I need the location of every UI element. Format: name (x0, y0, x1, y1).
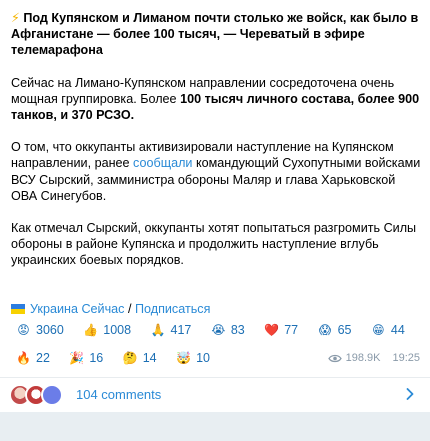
reaction-chip[interactable]: ❤️ 77 (259, 318, 307, 342)
red-heart-icon: ❤️ (264, 322, 280, 337)
ukraine-flag-icon (11, 304, 25, 314)
reaction-count: 83 (230, 323, 245, 337)
reaction-chip[interactable]: 😱 65 (312, 318, 360, 342)
headline-text: Под Купянском и Лиманом почти столько же… (11, 11, 419, 58)
telegram-post: ⚡ Под Купянском и Лиманом почти столько … (0, 0, 430, 441)
subscribe-link[interactable]: Подписаться (135, 302, 210, 316)
post-paragraph-4: Как отмечал Сырский, оккупанты хотят поп… (11, 221, 417, 268)
grinning-face-icon: 😁 (372, 322, 385, 337)
source-line: Украина Сейчас / Подписаться (11, 301, 210, 317)
reaction-chip[interactable]: 🔥 22 (11, 346, 58, 370)
thumbs-up-icon: 👍 (83, 322, 99, 337)
reaction-chip[interactable]: 🎉 16 (64, 346, 112, 370)
post-body: ⚡ Под Купянском и Лиманом почти столько … (11, 10, 423, 269)
post-meta: 198.9K 19:25 (327, 352, 420, 364)
reactions-row-1: 😡 3060 👍 1008 🙏 417 😭 83 ❤️ 77 😱 65 😁 44 (11, 318, 430, 342)
praying-hands-icon: 🙏 (150, 322, 166, 337)
reaction-count: 16 (89, 351, 104, 365)
reaction-chip[interactable]: 👍 1008 (78, 318, 140, 342)
source-separator: / (124, 302, 135, 316)
reaction-chip[interactable]: 😭 83 (205, 318, 253, 342)
reaction-count: 44 (390, 323, 405, 337)
post-time: 19:25 (392, 352, 420, 364)
reaction-count: 65 (337, 323, 352, 337)
reaction-count: 3060 (36, 323, 64, 337)
party-popper-icon: 🎉 (69, 350, 85, 365)
post-headline: ⚡ Под Купянском и Лиманом почти столько … (11, 10, 423, 59)
reaction-chip[interactable]: 🤯 10 (171, 346, 218, 370)
comments-count[interactable]: 104 comments (76, 387, 161, 402)
comments-bar[interactable]: 104 comments (0, 378, 430, 412)
post-paragraph-2: Сейчас на Лимано-Купянском направлении с… (11, 75, 423, 124)
reaction-chip[interactable]: 😁 44 (365, 318, 413, 342)
bottom-background (0, 412, 430, 441)
reaction-count: 77 (284, 323, 299, 337)
reaction-count: 417 (170, 323, 192, 337)
shocked-face-icon: 😱 (318, 322, 332, 337)
reaction-count: 10 (196, 351, 210, 365)
post-paragraph-3: О том, что оккупанты активизировали наст… (11, 139, 423, 204)
chevron-right-icon[interactable] (406, 388, 414, 400)
commenter-avatars (9, 384, 79, 406)
reaction-count: 1008 (103, 323, 132, 337)
reaction-count: 14 (142, 351, 157, 365)
view-count: 198.9K (345, 352, 381, 364)
thinking-face-icon: 🤔 (122, 350, 138, 365)
reaction-chip[interactable]: 🤔 14 (117, 346, 165, 370)
avatar (41, 384, 63, 406)
reaction-chip[interactable]: 😡 3060 (11, 318, 72, 342)
eye-icon (327, 354, 342, 362)
angry-face-icon: 😡 (17, 322, 30, 337)
fire-icon: 🔥 (16, 350, 31, 365)
crying-face-icon: 😭 (211, 322, 226, 337)
exploding-head-icon: 🤯 (176, 350, 192, 365)
reaction-chip[interactable]: 🙏 417 (145, 318, 200, 342)
reported-link[interactable]: сообщали (133, 156, 192, 170)
lightning-icon: ⚡ (11, 11, 20, 25)
reaction-count: 22 (36, 351, 50, 365)
source-channel-link[interactable]: Украина Сейчас (30, 302, 124, 316)
